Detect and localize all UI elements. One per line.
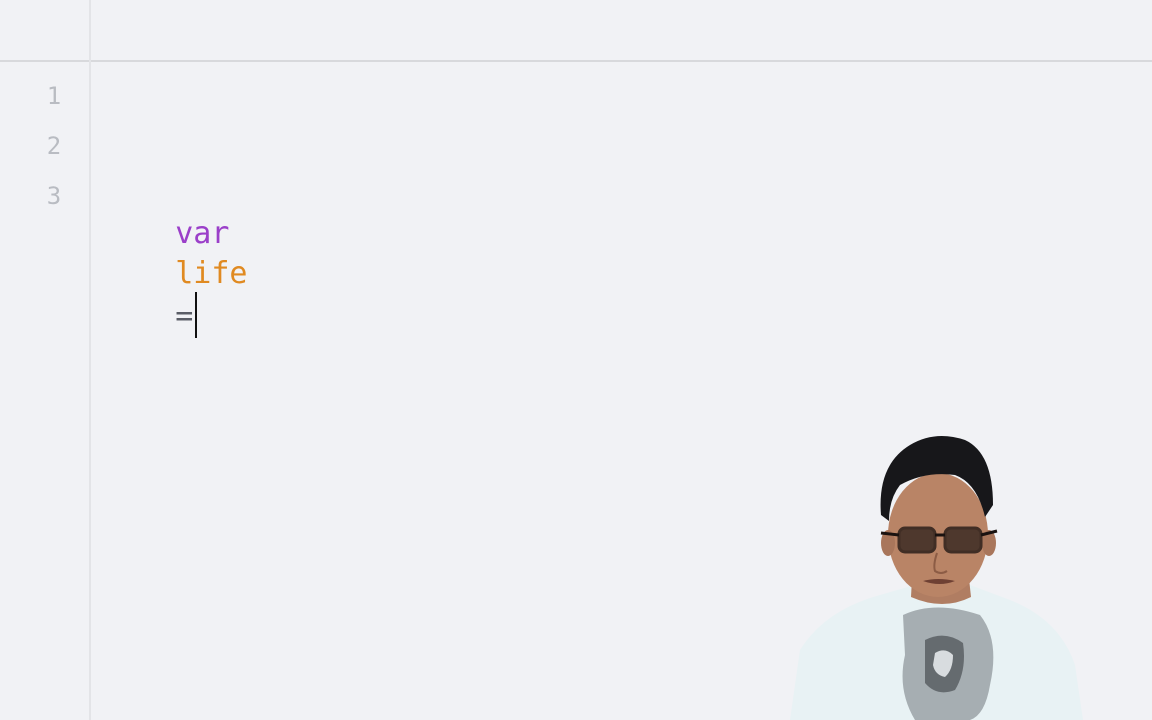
presenter-webcam-overlay: [790, 436, 1083, 720]
line-number-1: 1: [46, 82, 62, 110]
line-number-2: 2: [46, 132, 62, 160]
line-number-3: 3: [46, 182, 62, 210]
gutter-divider: [89, 0, 91, 720]
code-editor[interactable]: 1 2 3 var life =: [0, 0, 1152, 720]
text-caret: [195, 292, 198, 338]
toolbar-divider: [0, 60, 1152, 62]
code-line-3[interactable]: var life =: [103, 174, 248, 338]
operator-token: =: [175, 298, 194, 334]
identifier-token: life: [175, 256, 248, 291]
keyword-token: var: [175, 216, 230, 251]
editor-toolbar: [0, 0, 1152, 60]
